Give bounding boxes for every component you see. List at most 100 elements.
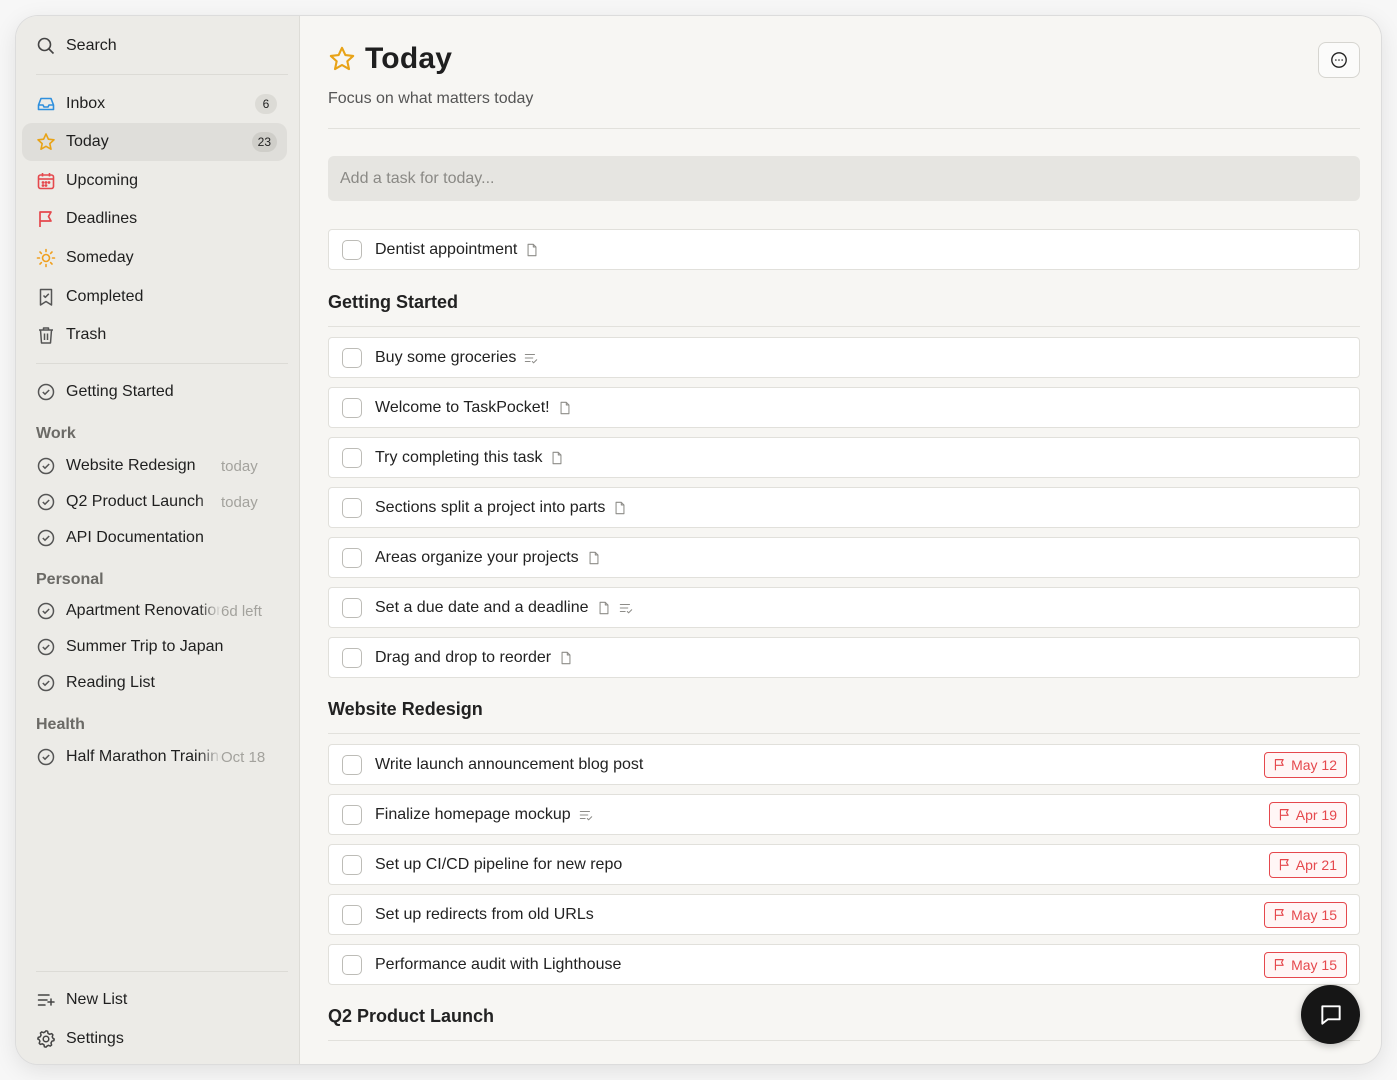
task-row[interactable]: Set up redirects from old URLs May 15 xyxy=(328,894,1360,935)
calendar-icon xyxy=(36,171,56,191)
task-checkbox[interactable] xyxy=(342,397,362,418)
task-label: Set a due date and a deadline xyxy=(375,598,589,616)
section-title: Q2 Product Launch xyxy=(328,1006,495,1026)
note-icon xyxy=(587,551,601,565)
section-title: Website Redesign xyxy=(328,699,483,719)
add-task-input[interactable] xyxy=(328,156,1360,201)
sidebar-item-deadlines[interactable]: Deadlines xyxy=(22,200,287,238)
checklist-icon xyxy=(579,808,593,822)
note-icon xyxy=(558,401,572,415)
deadline-badge[interactable]: Apr 21 xyxy=(1268,851,1347,878)
task-checkbox[interactable] xyxy=(342,804,362,825)
sidebar-project-reading-list[interactable]: Reading List xyxy=(22,664,287,702)
sidebar-item-label: Trash xyxy=(66,326,107,343)
app-window: Search Inbox 6 Today 23 Upcoming Deadlin… xyxy=(16,16,1381,1064)
sidebar-item-inbox[interactable]: Inbox 6 xyxy=(22,85,287,123)
task-checkbox[interactable] xyxy=(342,497,362,518)
task-row[interactable]: Buy some groceries xyxy=(328,337,1360,378)
checklist-icon xyxy=(524,351,538,365)
sidebar-divider xyxy=(36,363,288,364)
chat-bubble-icon xyxy=(1320,1004,1341,1025)
search-icon xyxy=(36,36,56,56)
settings-button[interactable]: Settings xyxy=(22,1020,287,1058)
sidebar-project-getting-started[interactable]: Getting Started xyxy=(22,373,287,411)
task-checkbox[interactable] xyxy=(342,597,362,618)
task-row[interactable]: Welcome to TaskPocket! xyxy=(328,387,1360,428)
task-row[interactable]: Sections split a project into parts xyxy=(328,487,1360,528)
deadline-badge[interactable]: Apr 19 xyxy=(1268,801,1347,828)
note-icon xyxy=(550,451,564,465)
task-checkbox[interactable] xyxy=(342,854,362,875)
task-label: Sections split a project into parts xyxy=(375,498,606,516)
count-badge: 23 xyxy=(251,132,277,152)
sidebar-project-half-marathon[interactable]: Half Marathon Training Oct 18 xyxy=(22,738,287,776)
sidebar-divider xyxy=(36,971,288,972)
task-label: Areas organize your projects xyxy=(375,548,579,566)
gear-icon xyxy=(36,1029,56,1049)
sidebar-item-someday[interactable]: Someday xyxy=(22,239,287,277)
task-row[interactable]: Set up CI/CD pipeline for new repo Apr 21 xyxy=(328,844,1360,885)
sidebar-item-label: Completed xyxy=(66,288,144,305)
task-checkbox[interactable] xyxy=(342,547,362,568)
sidebar-project-label: Reading List xyxy=(66,674,155,691)
chat-button[interactable] xyxy=(1301,985,1360,1044)
sidebar-project-label: Apartment Renovation xyxy=(66,602,221,619)
task-row[interactable]: Areas organize your projects xyxy=(328,537,1360,578)
sidebar-project-label: Q2 Product Launch xyxy=(66,493,204,510)
task-checkbox[interactable] xyxy=(342,647,362,668)
task-checkbox[interactable] xyxy=(342,954,362,975)
deadline-badge[interactable]: May 15 xyxy=(1264,951,1347,978)
sidebar-search[interactable]: Search xyxy=(22,27,287,65)
sidebar: Search Inbox 6 Today 23 Upcoming Deadlin… xyxy=(16,16,300,1064)
new-list-icon xyxy=(36,990,56,1010)
note-icon xyxy=(559,651,573,665)
task-checkbox[interactable] xyxy=(342,754,362,775)
sidebar-project-summer-trip[interactable]: Summer Trip to Japan xyxy=(22,628,287,666)
task-checkbox[interactable] xyxy=(342,347,362,368)
sidebar-item-completed[interactable]: Completed xyxy=(22,278,287,316)
new-list-button[interactable]: New List xyxy=(22,981,287,1019)
deadline-badge[interactable]: May 15 xyxy=(1264,901,1347,928)
inbox-icon xyxy=(36,94,56,114)
sidebar-project-apartment-renovation[interactable]: Apartment Renovation 6d left xyxy=(22,592,287,630)
more-options-button[interactable] xyxy=(1318,42,1360,78)
sidebar-area-title: Personal xyxy=(36,571,104,588)
sidebar-project-q2-product-launch[interactable]: Q2 Product Launch today xyxy=(22,483,287,521)
task-row[interactable]: Try completing this task xyxy=(328,437,1360,478)
task-label: Performance audit with Lighthouse xyxy=(375,955,622,973)
deadline-badge[interactable]: May 12 xyxy=(1264,751,1347,778)
project-check-icon xyxy=(36,637,56,657)
sidebar-project-website-redesign[interactable]: Website Redesign today xyxy=(22,447,287,485)
project-check-icon xyxy=(36,456,56,476)
deadline-date: Apr 21 xyxy=(1295,856,1337,873)
deadline-date: Apr 19 xyxy=(1295,806,1337,823)
task-row[interactable]: Write launch announcement blog post May 1… xyxy=(328,744,1360,785)
deadline-flag-icon xyxy=(1274,909,1284,921)
task-row[interactable]: Finalize homepage mockup Apr 19 xyxy=(328,794,1360,835)
task-row[interactable]: Drag and drop to reorder xyxy=(328,637,1360,678)
project-check-icon xyxy=(36,492,56,512)
sidebar-item-upcoming[interactable]: Upcoming xyxy=(22,162,287,200)
sidebar-item-today[interactable]: Today 23 xyxy=(22,123,287,161)
sidebar-project-label: Website Redesign xyxy=(66,457,196,474)
sidebar-item-label: Today xyxy=(66,133,109,150)
task-checkbox[interactable] xyxy=(342,904,362,925)
sun-icon xyxy=(36,248,56,268)
sidebar-project-label: Half Marathon Training xyxy=(66,748,221,765)
project-check-icon xyxy=(36,747,56,767)
sidebar-item-label: Inbox xyxy=(66,95,106,112)
task-row[interactable]: Performance audit with Lighthouse May 15 xyxy=(328,944,1360,985)
deadline-date: May 15 xyxy=(1291,906,1337,923)
settings-label: Settings xyxy=(66,1030,124,1047)
task-checkbox[interactable] xyxy=(342,239,362,260)
task-row[interactable]: Set a due date and a deadline xyxy=(328,587,1360,628)
sidebar-project-api-documentation[interactable]: API Documentation xyxy=(22,519,287,557)
task-label: Drag and drop to reorder xyxy=(375,648,552,666)
project-meta: today xyxy=(221,457,258,475)
sidebar-item-label: Upcoming xyxy=(66,172,139,189)
task-row[interactable]: Dentist appointment xyxy=(328,229,1360,270)
sidebar-item-trash[interactable]: Trash xyxy=(22,316,287,354)
deadline-flag-icon xyxy=(1279,809,1289,821)
task-checkbox[interactable] xyxy=(342,447,362,468)
count-badge: 6 xyxy=(255,94,277,114)
